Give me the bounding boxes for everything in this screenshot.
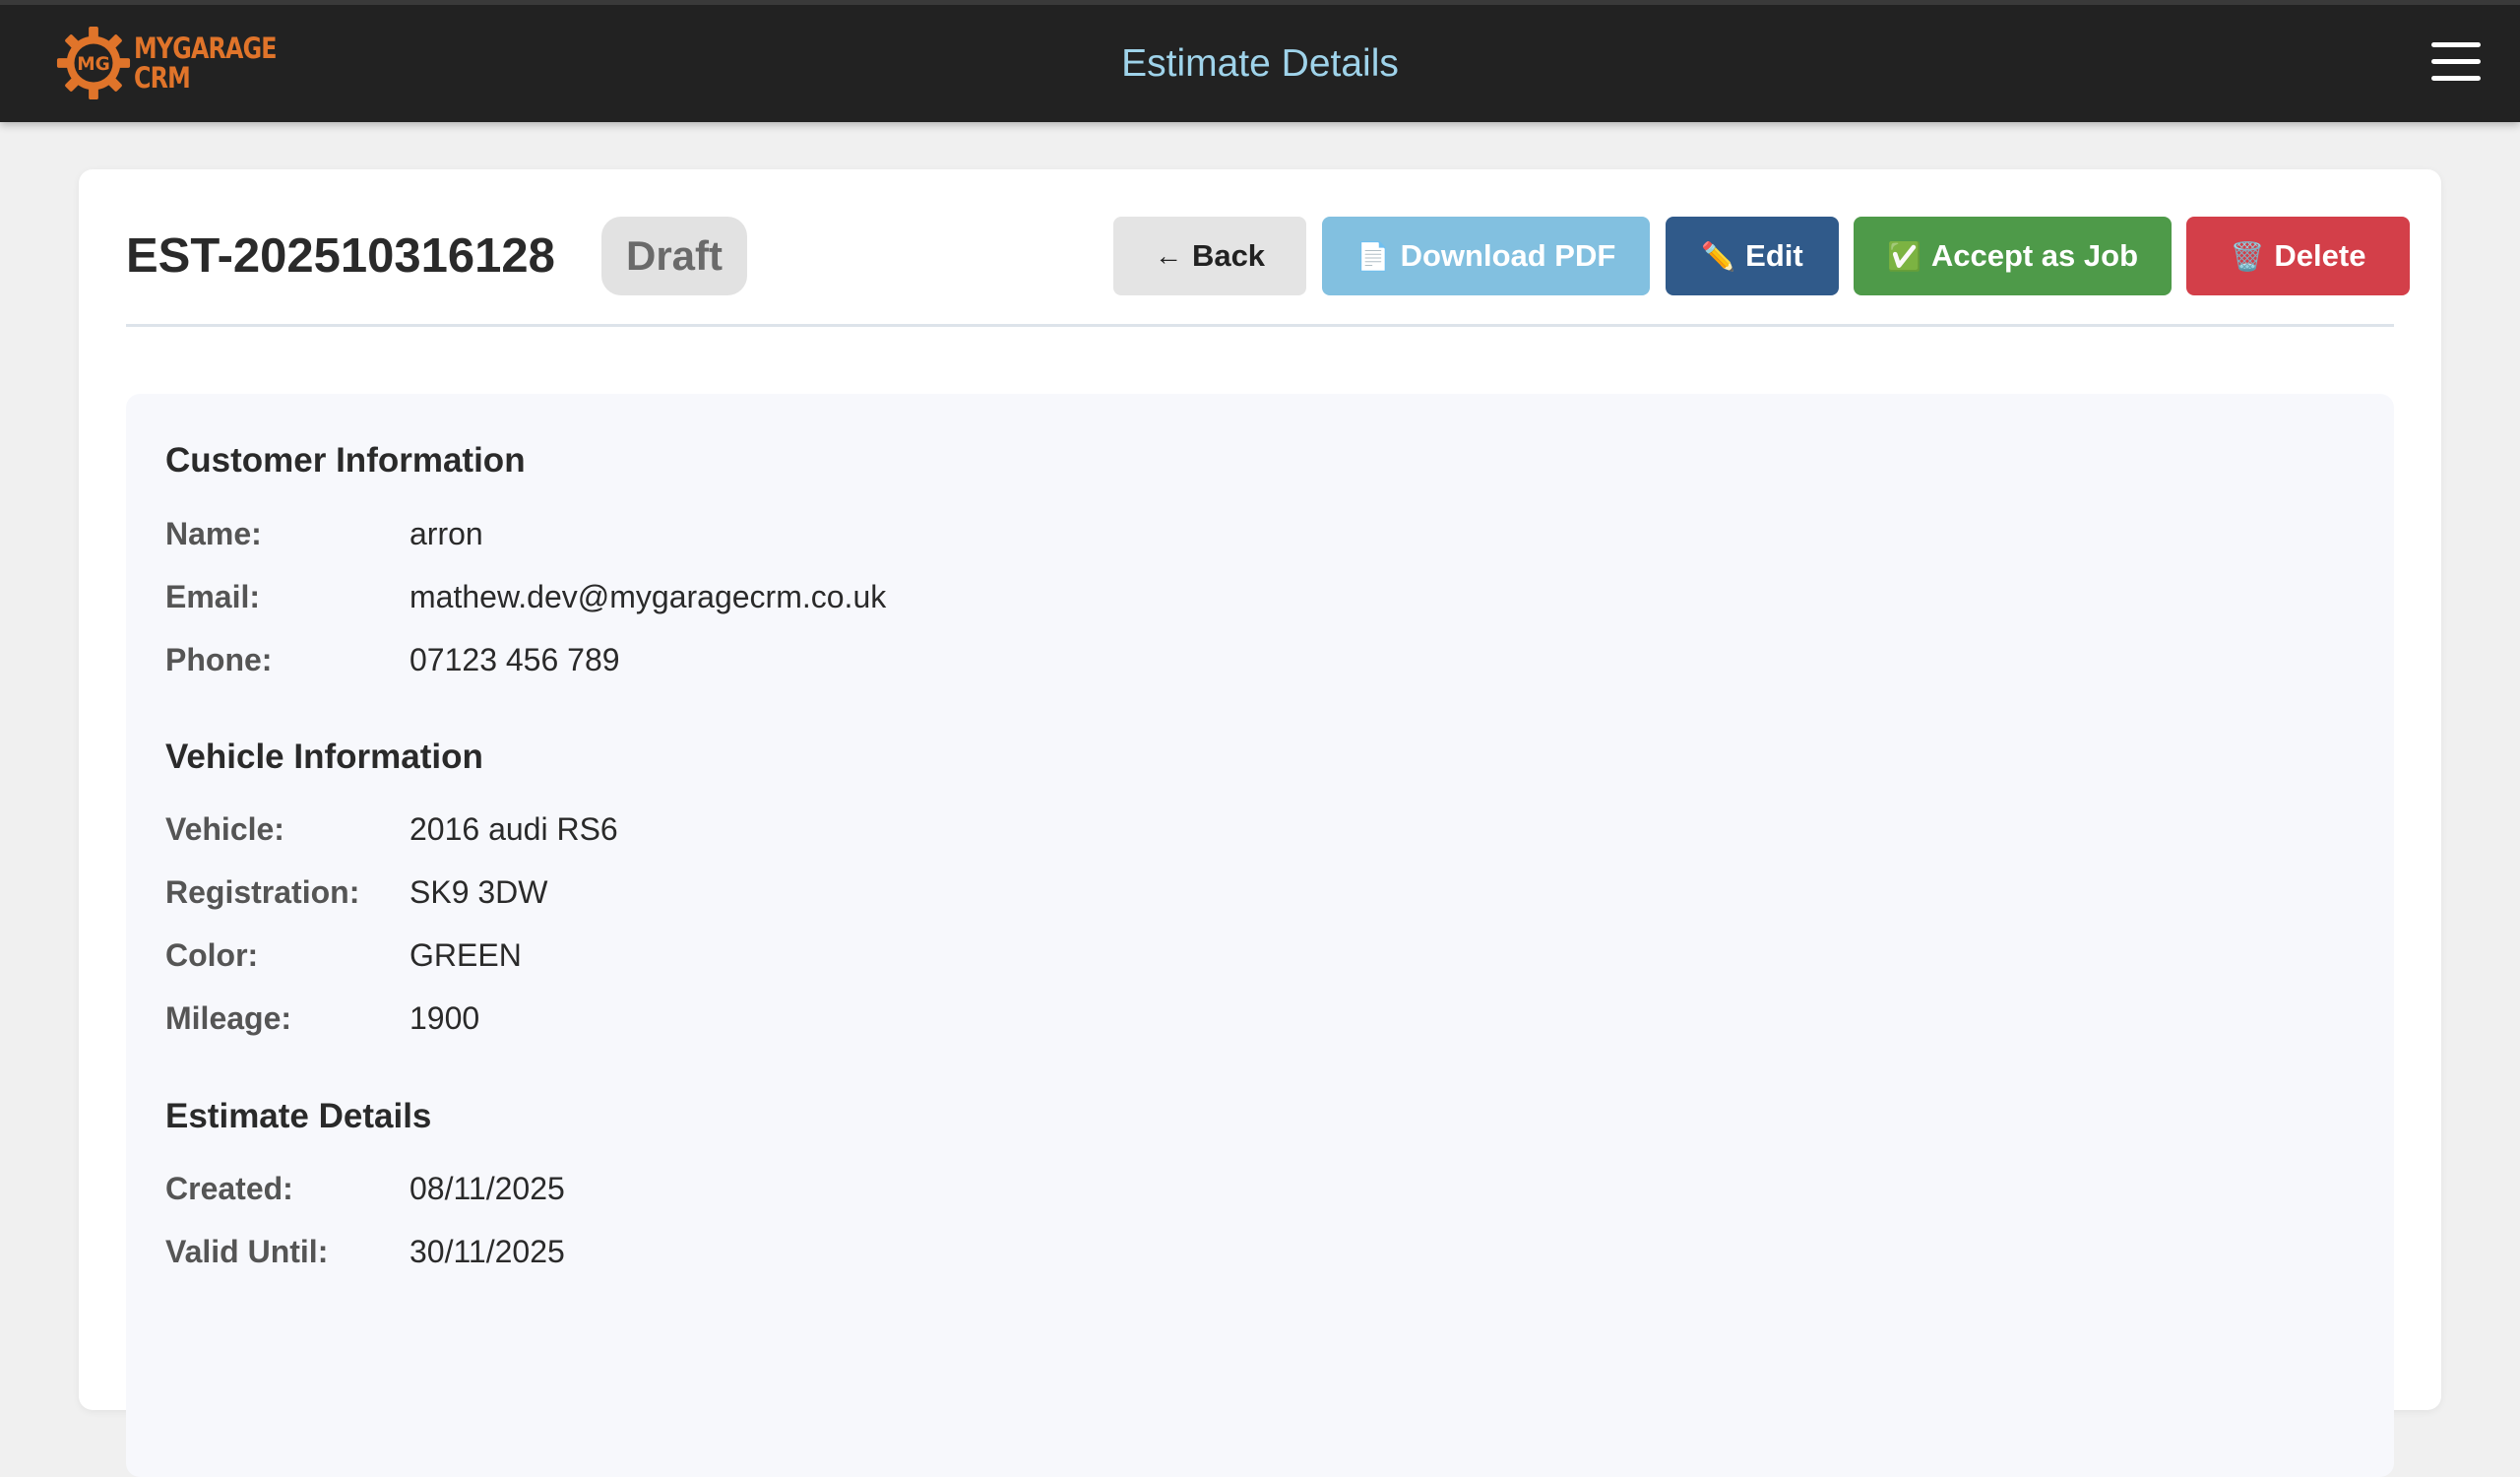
customer-email: mathew.dev@mygaragecrm.co.uk [410,579,887,614]
created-value: 08/11/2025 [410,1171,565,1206]
vehicle-value: 2016 audi RS6 [410,811,618,847]
vehicle-row: Vehicle: 2016 audi RS6 [165,811,618,848]
delete-button[interactable]: 🗑️ Delete [2186,217,2410,295]
vehicle-info-title: Vehicle Information [165,738,483,776]
edit-label: Edit [1745,238,1803,273]
back-button[interactable]: ← Back [1113,217,1306,295]
mileage-label: Mileage: [165,1000,292,1036]
menu-bar [2431,42,2481,47]
menu-bar [2431,59,2481,64]
estimate-number: EST-202510316128 [126,229,555,283]
color-label: Color: [165,937,259,973]
page-title: Estimate Details [1121,42,1399,85]
menu-bar [2431,76,2481,81]
estimate-details-title: Estimate Details [165,1097,432,1135]
document-icon: 📄 [1355,240,1391,272]
valid-until-label: Valid Until: [165,1234,329,1269]
trash-icon: 🗑️ [2230,240,2265,272]
delete-label: Delete [2274,238,2366,273]
color-value: GREEN [410,937,522,973]
estimate-card: EST-202510316128 Draft ← Back 📄 Download… [79,169,2441,1477]
registration-value: SK9 3DW [410,874,548,910]
check-icon: ✅ [1886,240,1922,272]
valid-until-value: 30/11/2025 [410,1234,565,1269]
customer-phone: 07123 456 789 [410,642,620,677]
download-pdf-button[interactable]: 📄 Download PDF [1322,217,1650,295]
name-label: Name: [165,516,262,551]
registration-label: Registration: [165,874,360,910]
valid-until-row: Valid Until: 30/11/2025 [165,1234,565,1270]
customer-phone-row: Phone: 07123 456 789 [165,642,620,678]
top-navbar: MG MYGARAGE CRM Estimate Details [0,0,2520,122]
mileage-value: 1900 [410,1000,480,1036]
customer-info-title: Customer Information [165,441,526,480]
mileage-row: Mileage: 1900 [165,1000,479,1037]
customer-name-row: Name: arron [165,516,483,552]
pencil-icon: ✏️ [1701,240,1736,272]
status-badge: Draft [601,217,747,295]
estimate-info-panel: Customer Information Name: arron Email: ma… [126,394,2394,1477]
accept-as-job-button[interactable]: ✅ Accept as Job [1854,217,2172,295]
accept-label: Accept as Job [1930,238,2139,273]
created-label: Created: [165,1171,293,1206]
registration-row: Registration: SK9 3DW [165,874,547,911]
customer-email-row: Email: mathew.dev@mygaragecrm.co.uk [165,579,886,615]
color-row: Color: GREEN [165,937,522,974]
customer-name: arron [410,516,483,551]
hamburger-menu-icon[interactable] [2431,42,2481,88]
back-arrow-icon: ← [1154,240,1182,271]
created-row: Created: 08/11/2025 [165,1171,565,1207]
estimate-header: EST-202510316128 Draft ← Back 📄 Download… [126,217,2410,327]
back-label: Back [1191,238,1266,273]
email-label: Email: [165,579,261,614]
phone-label: Phone: [165,642,273,677]
download-pdf-label: Download PDF [1400,238,1616,273]
edit-button[interactable]: ✏️ Edit [1666,217,1839,295]
vehicle-label: Vehicle: [165,811,284,847]
